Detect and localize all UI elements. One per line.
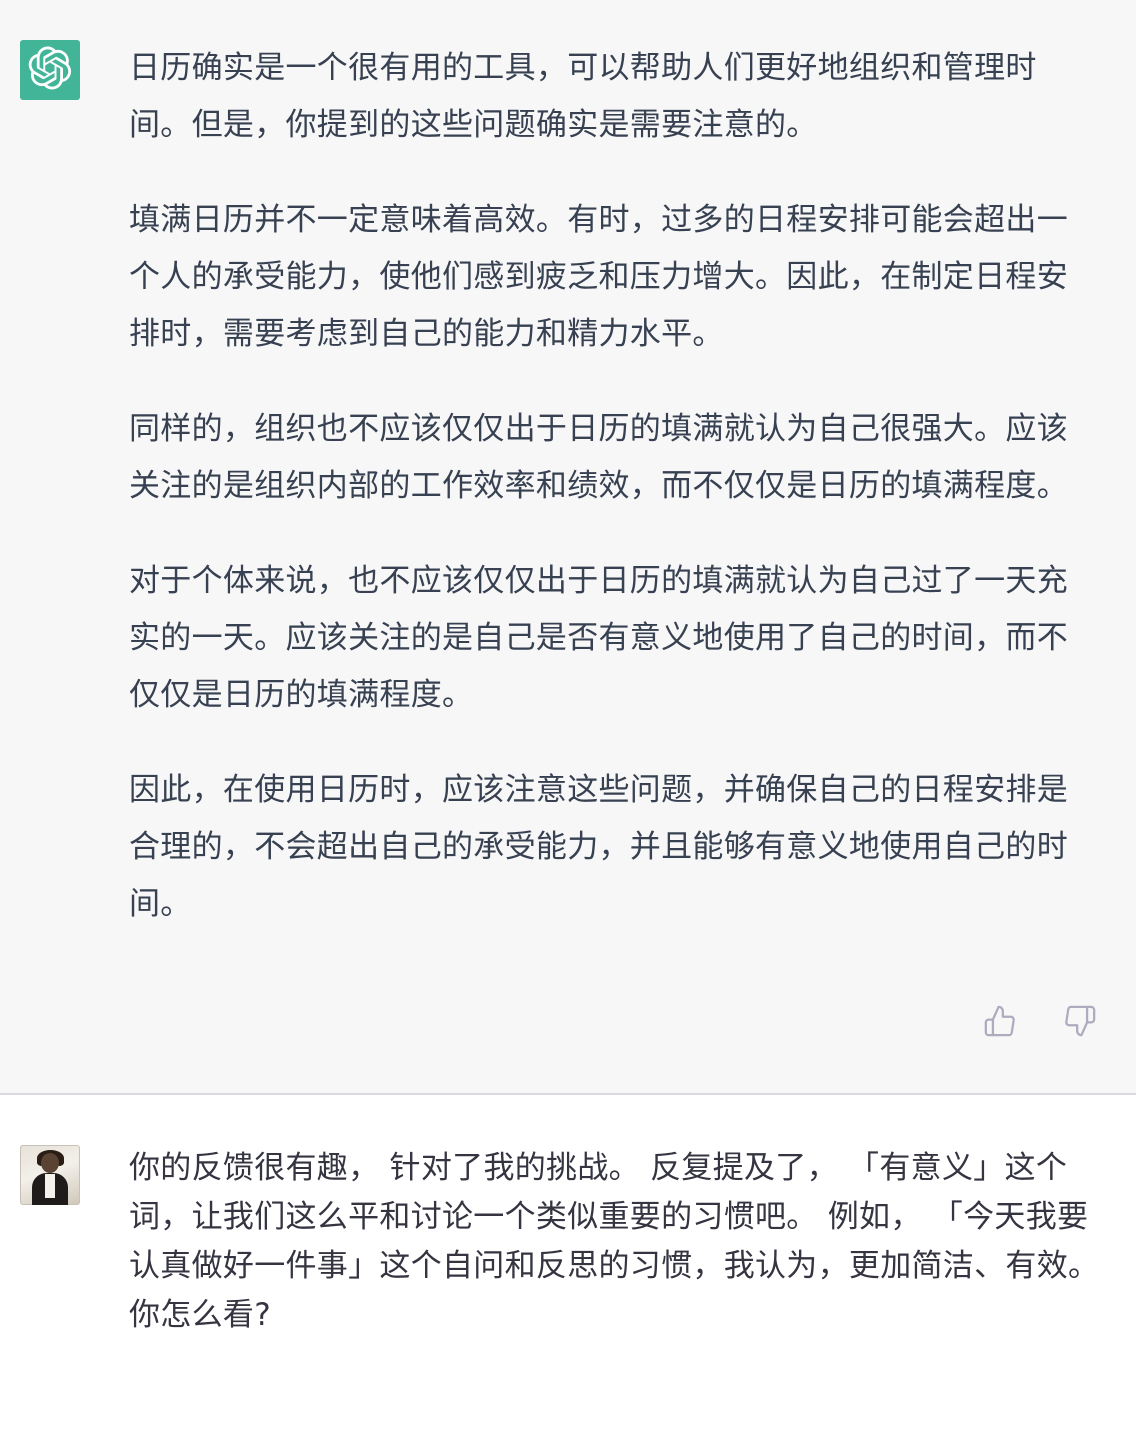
user-message: 你的反馈很有趣， 针对了我的挑战。 反复提及了， 「有意义」这个词，让我们这么平… bbox=[0, 1095, 1136, 1431]
response-paragraph: 填满日历并不一定意味着高效。有时，过多的日程安排可能会超出一个人的承受能力，使他… bbox=[129, 202, 1068, 352]
assistant-message: 日历确实是一个很有用的工具，可以帮助人们更好地组织和管理时间。但是，你提到的这些… bbox=[0, 0, 1136, 1095]
assistant-avatar bbox=[20, 40, 80, 100]
response-paragraph: 因此，在使用日历时，应该注意这些问题，并确保自己的日程安排是合理的，不会超出自己… bbox=[129, 772, 1068, 922]
response-paragraph: 日历确实是一个很有用的工具，可以帮助人们更好地组织和管理时间。但是，你提到的这些… bbox=[129, 50, 1037, 143]
thumbs-down-icon bbox=[1063, 1004, 1097, 1042]
user-message-text: 你的反馈很有趣， 针对了我的挑战。 反复提及了， 「有意义」这个词，让我们这么平… bbox=[129, 1150, 1100, 1333]
user-avatar bbox=[20, 1145, 80, 1205]
assistant-response-text: 日历确实是一个很有用的工具，可以帮助人们更好地组织和管理时间。但是，你提到的这些… bbox=[129, 40, 1079, 971]
openai-logo-icon bbox=[28, 46, 72, 94]
response-paragraph: 同样的，组织也不应该仅仅出于日历的填满就认为自己很强大。应该关注的是组织内部的工… bbox=[129, 411, 1068, 504]
like-button[interactable] bbox=[982, 1005, 1018, 1041]
response-paragraph: 对于个体来说，也不应该仅仅出于日历的填满就认为自己过了一天充实的一天。应该关注的… bbox=[129, 563, 1068, 713]
dislike-button[interactable] bbox=[1062, 1005, 1098, 1041]
thumbs-up-icon bbox=[983, 1004, 1017, 1042]
